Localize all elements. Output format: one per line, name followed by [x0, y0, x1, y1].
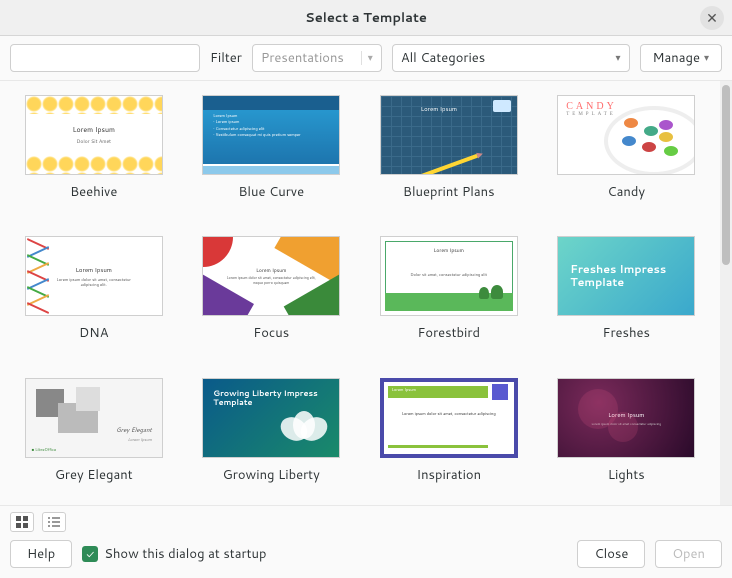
template-thumbnail: Lorem Ipsum Lorem ipsum dolor sit amet, …: [380, 378, 518, 458]
grid-icon: [16, 516, 28, 528]
search-input[interactable]: [10, 44, 200, 72]
thumb-title: Lorem Ipsum• Lorem ipsum• Consectetur ad…: [213, 114, 300, 140]
list-view-button[interactable]: [42, 512, 66, 532]
template-inspiration[interactable]: Lorem Ipsum Lorem ipsum dolor sit amet, …: [375, 378, 523, 495]
thumbnail-view-button[interactable]: [10, 512, 34, 532]
thumb-title: Freshes Impress Template: [558, 263, 694, 289]
template-thumbnail: Grey Elegant Lorem Ipsum ■ LibreOffice: [25, 378, 163, 458]
template-thumbnail: CANDY TEMPLATE: [557, 95, 695, 175]
template-greyelegant[interactable]: Grey Elegant Lorem Ipsum ■ LibreOffice G…: [20, 378, 168, 495]
filter-label: Filter: [210, 49, 242, 67]
template-dna[interactable]: Lorem Ipsum Lorem ipsum dolor sit amet, …: [20, 236, 168, 353]
thumb-body: Lorem ipsum dolor sit amet, consectetur …: [203, 276, 339, 286]
filter-combo[interactable]: Presentations ▾: [252, 44, 382, 72]
open-button-label: Open: [672, 545, 705, 563]
template-thumbnail: Lorem Ipsum Dolor sit amet, consectetur …: [380, 236, 518, 316]
vertical-scrollbar[interactable]: [720, 81, 732, 505]
template-label: Focus: [253, 324, 289, 342]
template-label: Candy: [607, 183, 645, 201]
close-button[interactable]: Close: [577, 540, 645, 568]
template-thumbnail: Lorem Ipsum Dolor Sit Amet: [25, 95, 163, 175]
template-label: Beehive: [70, 183, 117, 201]
template-label: Blue Curve: [238, 183, 304, 201]
filter-combo-value: Presentations: [261, 49, 344, 67]
view-toolbar: [0, 506, 732, 532]
thumb-body: Lorem ipsum dolor sit amet, consectetur …: [380, 412, 518, 417]
thumb-title: Lorem Ipsum: [381, 247, 517, 254]
category-combo-value: All Categories: [401, 49, 485, 67]
thumb-title: Lorem Ipsum: [421, 104, 457, 113]
template-thumbnail: Growing Liberty Impress Template: [202, 378, 340, 458]
template-label: DNA: [79, 324, 109, 342]
template-beehive[interactable]: Lorem Ipsum Dolor Sit Amet Beehive: [20, 95, 168, 212]
template-grid: Lorem Ipsum Dolor Sit Amet Beehive Lorem…: [0, 81, 720, 505]
template-thumbnail: Lorem Ipsum: [380, 95, 518, 175]
startup-checkbox-label: Show this dialog at startup: [104, 545, 266, 563]
template-thumbnail: Lorem Ipsum Lorem ipsum dolor sit amet, …: [202, 236, 340, 316]
dialog-footer: Help ✓ Show this dialog at startup Close…: [0, 532, 732, 578]
template-label: Grey Elegant: [55, 466, 133, 484]
template-forestbird[interactable]: Lorem Ipsum Dolor sit amet, consectetur …: [375, 236, 523, 353]
category-combo[interactable]: All Categories ▾: [392, 44, 630, 72]
template-bluecurve[interactable]: Lorem Ipsum• Lorem ipsum• Consectetur ad…: [198, 95, 346, 212]
template-label: Freshes: [603, 324, 650, 342]
template-lights[interactable]: Lorem Ipsum Lorem ipsum dolor sit amet c…: [553, 378, 701, 495]
manage-button[interactable]: Manage ▾: [640, 44, 723, 72]
template-thumbnail: Lorem Ipsum Lorem ipsum dolor sit amet c…: [557, 378, 695, 458]
template-thumbnail: Lorem Ipsum Lorem ipsum dolor sit amet, …: [25, 236, 163, 316]
content-area: Lorem Ipsum Dolor Sit Amet Beehive Lorem…: [0, 80, 732, 506]
thumb-body: Lorem ipsum dolor sit amet consectetur a…: [591, 422, 661, 426]
thumb-title: Lorem Ipsum: [608, 410, 644, 419]
startup-checkbox[interactable]: ✓ Show this dialog at startup: [82, 545, 266, 563]
thumb-title: Lorem Ipsum: [76, 265, 112, 274]
thumb-title: Lorem Ipsum: [256, 267, 286, 274]
thumb-title: Grey Elegant Lorem Ipsum: [116, 425, 152, 443]
window-title: Select a Template: [305, 9, 427, 27]
template-thumbnail: Freshes Impress Template: [557, 236, 695, 316]
template-freshes[interactable]: Freshes Impress Template Freshes: [553, 236, 701, 353]
thumb-title: Lorem Ipsum: [73, 125, 115, 135]
titlebar: Select a Template ✕: [0, 0, 732, 36]
checkbox-checked-icon: ✓: [82, 546, 98, 562]
thumb-body: Dolor sit amet, consectetur adipiscing e…: [381, 273, 517, 278]
manage-button-label: Manage: [653, 49, 700, 67]
template-label: Lights: [608, 466, 645, 484]
template-thumbnail: Lorem Ipsum• Lorem ipsum• Consectetur ad…: [202, 95, 340, 175]
template-growingliberty[interactable]: Growing Liberty Impress Template Growing…: [198, 378, 346, 495]
template-label: Blueprint Plans: [403, 183, 495, 201]
template-label: Inspiration: [416, 466, 481, 484]
close-icon[interactable]: ✕: [700, 6, 724, 30]
template-label: Forestbird: [417, 324, 480, 342]
help-button-label: Help: [27, 545, 55, 563]
thumb-title: CANDY TEMPLATE: [566, 102, 617, 117]
chevron-down-icon: ▾: [615, 51, 620, 65]
template-label: Growing Liberty: [223, 466, 320, 484]
close-button-label: Close: [594, 545, 628, 563]
template-blueprint[interactable]: Lorem Ipsum Blueprint Plans: [375, 95, 523, 212]
toolbar: Filter Presentations ▾ All Categories ▾ …: [0, 36, 732, 80]
help-button[interactable]: Help: [10, 540, 72, 568]
chevron-down-icon: ▾: [361, 51, 373, 65]
thumb-subtitle: Dolor Sit Amet: [76, 138, 111, 145]
chevron-down-icon: ▾: [704, 51, 709, 65]
template-candy[interactable]: CANDY TEMPLATE Candy: [553, 95, 701, 212]
list-icon: [48, 516, 60, 528]
open-button[interactable]: Open: [655, 540, 722, 568]
scrollbar-thumb[interactable]: [722, 85, 730, 265]
template-focus[interactable]: Lorem Ipsum Lorem ipsum dolor sit amet, …: [198, 236, 346, 353]
